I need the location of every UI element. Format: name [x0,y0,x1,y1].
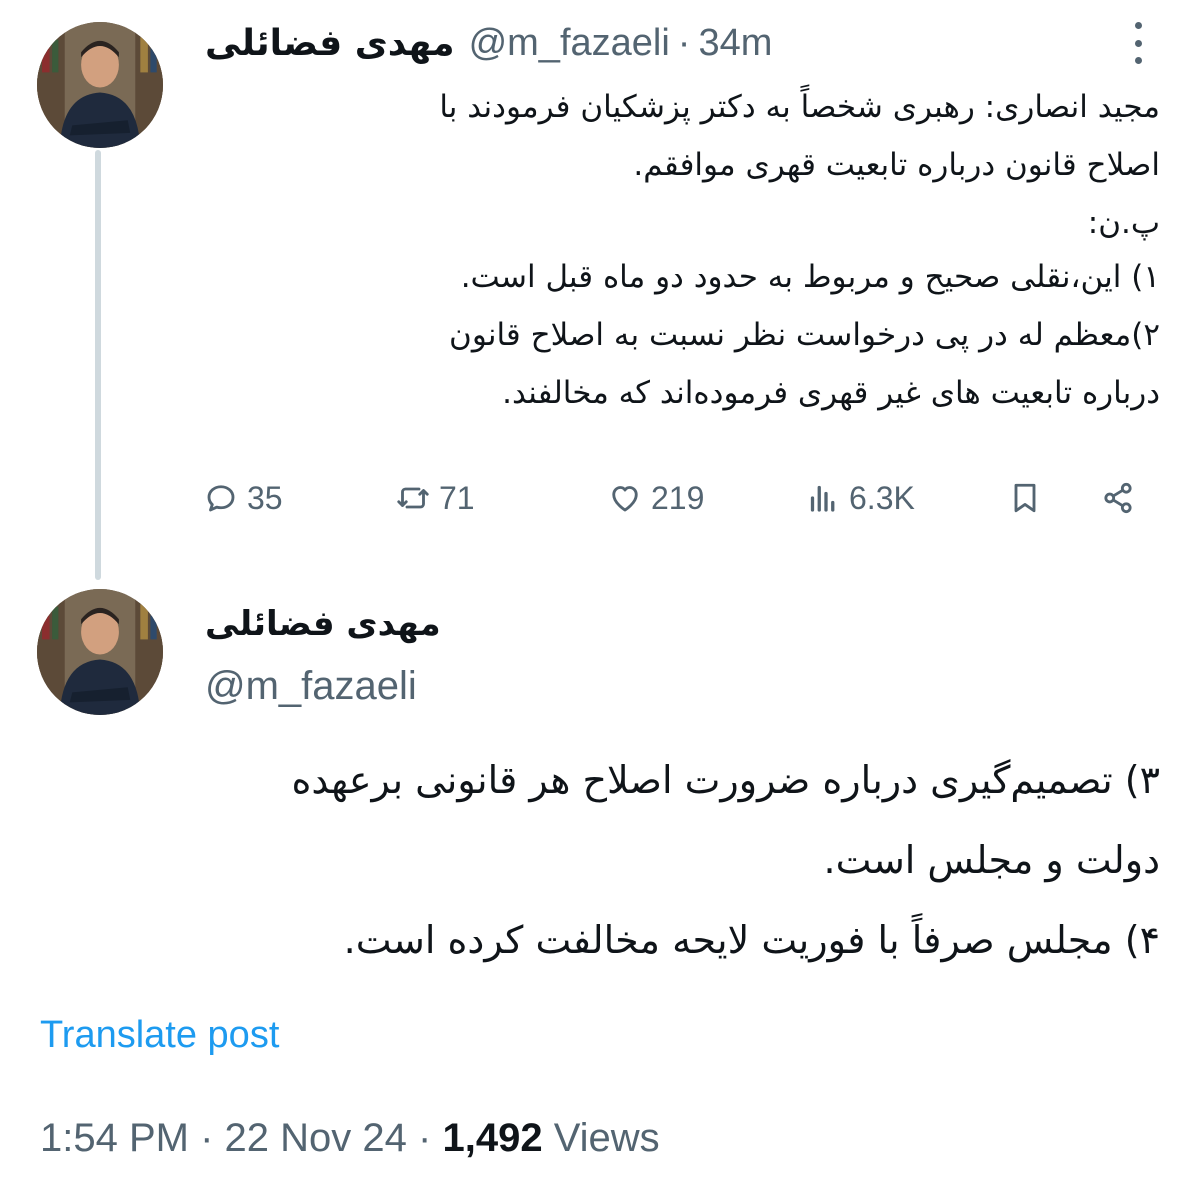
repost-button[interactable]: 71 [395,470,475,526]
post-time[interactable]: 1:54 PM [40,1116,189,1160]
tweet-line: مجید انصاری: رهبری شخصاً به دکتر پزشکیان… [439,89,1160,125]
tweet-line: درباره تابعیت های غیر قهری فرموده‌اند که… [502,375,1160,411]
bookmark-button[interactable] [1007,470,1043,526]
tweet-line: دولت و مجلس است. [823,838,1160,882]
reply-count: 35 [247,479,283,516]
tweet-line: اصلاح قانون درباره تابعیت قهری موافقم. [633,147,1160,183]
tweet-line: ۲)معظم له در پی درخواست نظر نسبت به اصلا… [449,317,1160,353]
share-icon [1104,482,1132,514]
author-handle[interactable]: @m_fazaeli [469,22,670,65]
tweet-line: پ.ن: [1087,205,1160,241]
separator: · [200,1116,214,1160]
avatar[interactable] [37,22,163,148]
tweet1-header: مهدی فضائلی @m_fazaeli · 34m [205,18,772,68]
author-handle[interactable]: @m_fazaeli [205,658,441,714]
tweet-line: ۴) مجلس صرفاً با فوریت لایحه مخالفت کرده… [343,918,1160,962]
repost-count: 71 [439,479,475,516]
like-count: 219 [651,479,705,516]
reply-icon [207,485,235,512]
tweet-line: ۳) تصمیم‌گیری درباره ضرورت اصلاح هر قانو… [291,758,1160,802]
timestamp[interactable]: 34m [698,22,772,65]
tweet1-text: مجید انصاری: رهبری شخصاً به دکتر پزشکیان… [230,78,1160,422]
views-total: 1,492 [442,1116,543,1160]
tweet2-text: ۳) تصمیم‌گیری درباره ضرورت اصلاح هر قانو… [20,740,1160,980]
repost-icon [397,487,429,509]
views-icon [810,485,835,512]
reply-button[interactable]: 35 [203,470,283,526]
translate-post-link[interactable]: Translate post [40,1014,279,1057]
views-label: Views [553,1116,660,1160]
tweet-line: ۱) این،نقلی صحیح و مربوط به حدود دو ماه … [460,259,1160,295]
share-button[interactable] [1100,470,1136,526]
avatar-image [37,22,163,148]
separator: · [677,21,691,64]
views-button[interactable]: 6.3K [805,470,915,526]
tweet-meta: 1:54 PM · 22 Nov 24 · 1,492 Views [40,1116,660,1161]
more-icon[interactable] [1128,22,1148,64]
views-count: 6.3K [849,479,915,516]
bookmark-icon [1014,483,1036,513]
avatar[interactable] [37,589,163,715]
author-name[interactable]: مهدی فضائلی [205,23,455,64]
separator: · [418,1116,432,1160]
like-button[interactable]: 219 [607,470,704,526]
tweet-actions: 35 71 219 6.3K [195,470,1155,526]
author-name[interactable]: مهدی فضائلی [205,598,441,650]
like-icon [612,486,638,512]
thread-line [95,150,101,580]
post-date[interactable]: 22 Nov 24 [225,1116,407,1160]
avatar-image [37,589,163,715]
tweet2-header: مهدی فضائلی @m_fazaeli [205,598,441,714]
